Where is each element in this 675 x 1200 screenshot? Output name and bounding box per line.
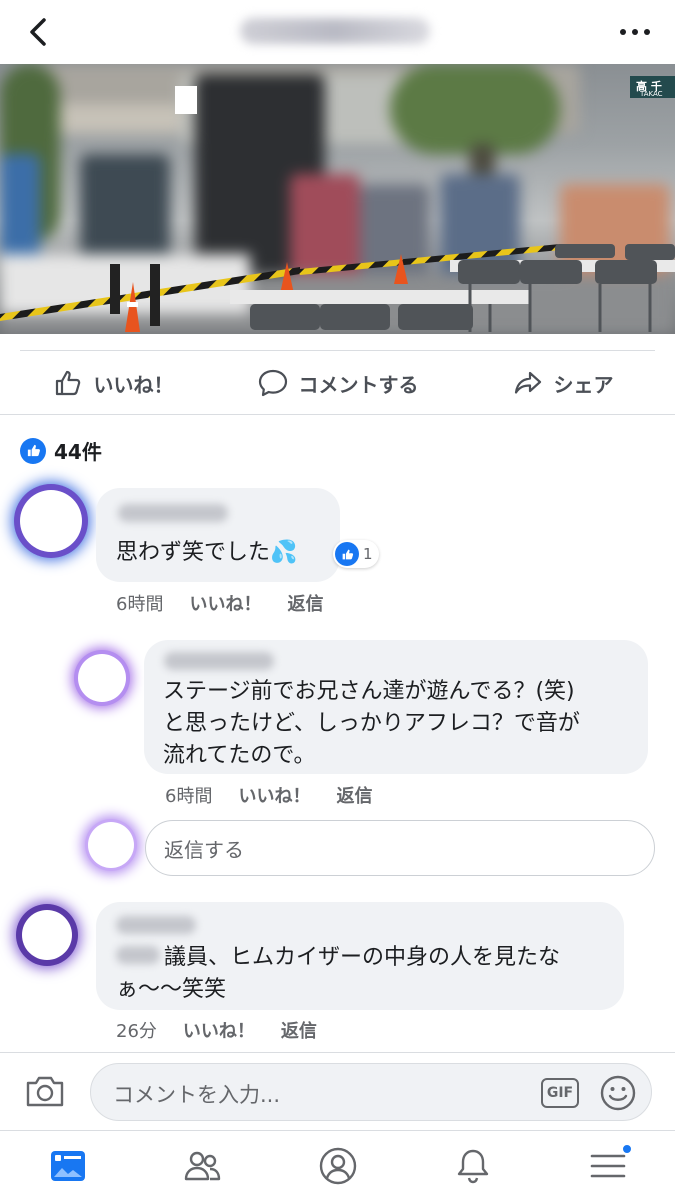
camera-icon[interactable]: [24, 1073, 66, 1109]
post-actions: いいね！ コメントする シェア: [0, 352, 675, 414]
like-label: いいね！: [93, 372, 174, 397]
likes-count: 44件: [54, 440, 102, 464]
more-options-icon[interactable]: [617, 22, 653, 42]
notifications-icon: [457, 1149, 488, 1183]
emoji-icon[interactable]: [599, 1074, 637, 1112]
comment-like-button[interactable]: いいね！: [189, 590, 261, 616]
thumbs-up-icon: [55, 370, 80, 396]
reaction-count: 1: [363, 545, 373, 563]
comment-label: コメントする: [298, 372, 419, 397]
comment-reply-button[interactable]: 返信: [287, 590, 323, 616]
tab-menu[interactable]: [540, 1131, 675, 1200]
reply-input[interactable]: 返信する: [145, 820, 655, 876]
like-button[interactable]: いいね！: [0, 352, 225, 414]
reply-placeholder: 返信する: [164, 837, 244, 862]
comment-composer: コメントを入力... GIF: [0, 1052, 675, 1130]
like-reaction-icon: [335, 542, 359, 566]
notification-dot: [621, 1143, 633, 1155]
comment-bubble-icon: [258, 369, 287, 397]
comment-meta: 6時間 いいね！ 返信: [116, 590, 323, 616]
share-button[interactable]: シェア: [450, 352, 675, 414]
comment-text: ステージ前でお兄さん達が遊んでる？(笑) と思ったけど、しっかりアフレコ？で音が…: [163, 679, 580, 768]
comment-like-button[interactable]: いいね！: [183, 1017, 255, 1043]
avatar[interactable]: [88, 822, 134, 868]
page-title-blurred: [240, 18, 430, 44]
like-reaction-icon: [20, 437, 46, 464]
comment-like-button[interactable]: いいね！: [238, 782, 310, 808]
commenter-name-blurred[interactable]: [164, 652, 274, 670]
comment-time: 6時間: [116, 594, 164, 615]
comment-meta: 6時間 いいね！ 返信: [165, 782, 372, 808]
avatar[interactable]: [20, 490, 82, 552]
profile-icon: [319, 1147, 356, 1184]
gif-button[interactable]: GIF: [541, 1078, 579, 1108]
comment-text: 思わず笑でした💦: [116, 540, 298, 565]
top-bar: [0, 0, 675, 64]
comment-placeholder: コメントを入力...: [113, 1083, 281, 1107]
comment-meta: 26分 いいね！ 返信: [116, 1017, 317, 1043]
comment-reaction-badge[interactable]: 1: [333, 540, 379, 568]
divider: [20, 350, 655, 351]
comment-button[interactable]: コメントする: [225, 352, 450, 414]
tab-friends[interactable]: [135, 1131, 270, 1200]
share-arrow-icon: [514, 371, 541, 394]
comment-reply-button[interactable]: 返信: [336, 782, 372, 808]
news-feed-icon: [50, 1150, 85, 1181]
tab-news-feed[interactable]: [0, 1131, 135, 1200]
avatar[interactable]: [22, 910, 72, 960]
comment-text: 議員、ヒムカイザーの中身の人を見たな ぁ〜〜笑笑: [116, 945, 561, 1002]
tab-bar: [0, 1130, 675, 1200]
commenter-name-blurred[interactable]: [116, 916, 196, 934]
share-label: シェア: [553, 372, 614, 397]
comment-time: 26分: [116, 1021, 157, 1042]
divider: [0, 414, 675, 415]
comment-reply-button[interactable]: 返信: [281, 1017, 317, 1043]
comment-input[interactable]: コメントを入力... GIF: [90, 1063, 652, 1121]
post-photo[interactable]: 高 千 TAKAC: [0, 64, 675, 334]
tab-notifications[interactable]: [405, 1131, 540, 1200]
reaction-summary[interactable]: 44件: [20, 436, 102, 465]
avatar[interactable]: [78, 654, 126, 702]
comment-time: 6時間: [165, 786, 213, 807]
friends-icon: [184, 1151, 220, 1180]
commenter-name-blurred[interactable]: [118, 504, 228, 522]
back-arrow-icon[interactable]: [22, 14, 58, 50]
tab-profile[interactable]: [270, 1131, 405, 1200]
store-sign-subtext: TAKAC: [640, 90, 663, 98]
